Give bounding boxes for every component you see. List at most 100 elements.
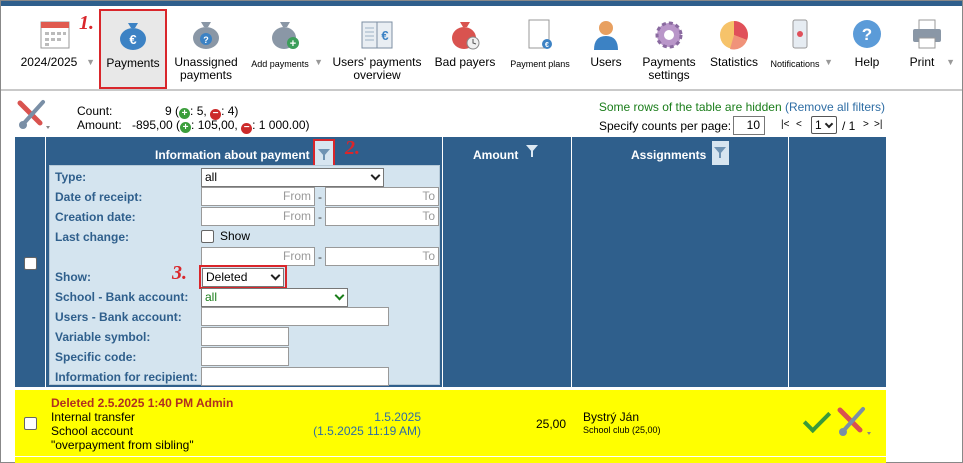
hidden-rows-text: Some rows of the table are hidden — [598, 100, 782, 114]
receipt-from-input[interactable]: From — [201, 187, 315, 206]
filter-variable-input[interactable] — [201, 327, 289, 346]
hidden-rows-notice: Some rows of the table are hidden (Remov… — [598, 100, 885, 114]
filter-recipient-input[interactable] — [201, 367, 389, 386]
tab-users-payments-overview[interactable]: € Users' payments overview — [329, 10, 425, 88]
tab-print-label: Print — [909, 55, 935, 69]
filter-specific-input[interactable] — [201, 347, 289, 366]
row-date: 1.5.2025 — [374, 410, 421, 424]
svg-text:?: ? — [862, 25, 872, 44]
row-assign-detail: School club (25,00) — [583, 425, 661, 435]
amount-minus: 1 000.00) — [258, 118, 310, 132]
tab-payments[interactable]: € Payments — [99, 9, 167, 89]
tab-payments-settings[interactable]: Payments settings — [637, 10, 701, 88]
filter-type-value: all — [205, 170, 218, 184]
page-select[interactable]: 1 — [811, 116, 837, 134]
creation-to-input[interactable]: To — [325, 207, 439, 226]
select-all-checkbox[interactable] — [24, 257, 37, 270]
ledger-euro-icon: € — [361, 21, 393, 49]
pager-last[interactable]: >| — [874, 119, 882, 130]
filter-specific-label: Specific code: — [55, 350, 137, 364]
tab-notifications[interactable]: Notifications ▼ — [767, 10, 833, 88]
header-amount: Amount — [473, 148, 519, 162]
annotation-1: 1. — [79, 12, 94, 34]
count-plus: 5, — [196, 104, 207, 118]
row-amount: 25,00 — [535, 417, 566, 431]
money-bag-question-icon: ? — [193, 22, 219, 49]
filter-icon-stem — [719, 152, 721, 158]
tab-payments-label: Payments — [106, 56, 160, 70]
filter-school-bank-value: all — [205, 290, 218, 304]
chevron-down-icon: ▼ — [946, 57, 955, 67]
range-dash: - — [318, 190, 322, 204]
count-minus: 4) — [227, 104, 239, 118]
tab-help[interactable]: ? Help — [839, 10, 895, 88]
amount-plus: 105,00, — [197, 118, 238, 132]
filter-type-select[interactable]: all — [201, 168, 384, 187]
filter-receipt-label: Date of receipt: — [55, 190, 143, 204]
amount-value: -895,00 (+: 105,00, −: 1 000.00) — [132, 118, 310, 134]
remove-filters-link[interactable]: Remove all filters — [789, 100, 881, 114]
filter-users-bank-input[interactable] — [201, 307, 389, 326]
year-label: 2024/2025 — [20, 55, 78, 69]
svg-text:?: ? — [203, 35, 209, 45]
page-select-value: 1 — [815, 118, 822, 132]
row-account: School account — [51, 424, 134, 438]
assignments-filter-button[interactable] — [712, 141, 729, 165]
filter-icon-stem — [323, 154, 325, 160]
last-change-from-input[interactable]: From — [201, 247, 315, 266]
per-page-label: Specify counts per page: — [599, 119, 732, 133]
chevron-down-icon — [334, 290, 345, 301]
per-page-input[interactable]: 10 — [733, 116, 765, 135]
filter-icon[interactable] — [526, 145, 538, 157]
range-dash: - — [318, 210, 322, 224]
money-bag-euro-icon: € — [120, 23, 146, 50]
tools-icon[interactable] — [835, 405, 873, 439]
receipt-to-input[interactable]: To — [325, 187, 439, 206]
tab-bad-payers[interactable]: Bad payers — [431, 10, 499, 88]
tab-users[interactable]: Users — [581, 10, 631, 88]
last-change-show-checkbox[interactable] — [201, 230, 214, 243]
tab-add-payments-label: Add payments — [251, 59, 309, 69]
filter-panel: Type: all Date of receipt: From - To Cre… — [49, 165, 440, 386]
help-icon: ? — [853, 20, 881, 48]
tab-add-payments[interactable]: + Add payments ▼ — [247, 10, 323, 88]
pager-next[interactable]: > — [863, 119, 869, 130]
row-assign-name[interactable]: Bystrý Ján — [583, 410, 639, 424]
plus-icon: + — [180, 122, 192, 133]
chevron-down-icon: ▼ — [314, 57, 323, 67]
tab-payment-plans[interactable]: € Payment plans — [505, 10, 575, 88]
tools-icon[interactable] — [15, 98, 51, 132]
filter-school-bank-select[interactable]: all — [201, 288, 348, 307]
pie-chart-icon — [720, 21, 748, 50]
printer-icon — [913, 19, 941, 49]
toolbar: 2024/2025 ▼ € Payments 1. ? Unassigned p… — [1, 6, 962, 91]
last-change-show-label: Show — [220, 229, 251, 243]
svg-text:€: € — [129, 32, 136, 47]
row-deleted-info: Deleted 2.5.2025 1:40 PM Admin — [51, 396, 234, 410]
count-label: Count: — [77, 104, 113, 118]
tab-users-label: Users — [590, 55, 622, 69]
tab-print[interactable]: Print ▼ — [899, 10, 955, 88]
table-row[interactable]: Deleted 2.5.2025 1:40 PM Admin Internal … — [15, 390, 886, 456]
amount-label: Amount: — [77, 118, 122, 132]
tab-statistics[interactable]: Statistics — [705, 10, 763, 88]
filter-show-value: Deleted — [206, 270, 248, 284]
check-icon[interactable] — [802, 404, 832, 434]
row-checkbox[interactable] — [24, 417, 37, 430]
tab-notifications-label: Notifications — [770, 59, 820, 69]
svg-text:€: € — [381, 28, 388, 43]
filter-show-select[interactable]: Deleted — [202, 268, 284, 287]
filter-type-label: Type: — [55, 170, 87, 184]
creation-from-input[interactable]: From — [201, 207, 315, 226]
filter-creation-label: Creation date: — [55, 210, 136, 224]
tab-unassigned-payments[interactable]: ? Unassigned payments — [171, 10, 241, 88]
row-type: Internal transfer — [51, 410, 136, 424]
range-dash: - — [318, 250, 322, 264]
svg-text:€: € — [545, 42, 549, 49]
chevron-down-icon: ▼ — [86, 57, 95, 67]
money-bag-add-icon: + — [272, 22, 299, 50]
phone-icon — [792, 19, 808, 49]
pager-first[interactable]: |< — [781, 119, 789, 130]
pager-prev[interactable]: < — [796, 119, 802, 130]
last-change-to-input[interactable]: To — [325, 247, 439, 266]
